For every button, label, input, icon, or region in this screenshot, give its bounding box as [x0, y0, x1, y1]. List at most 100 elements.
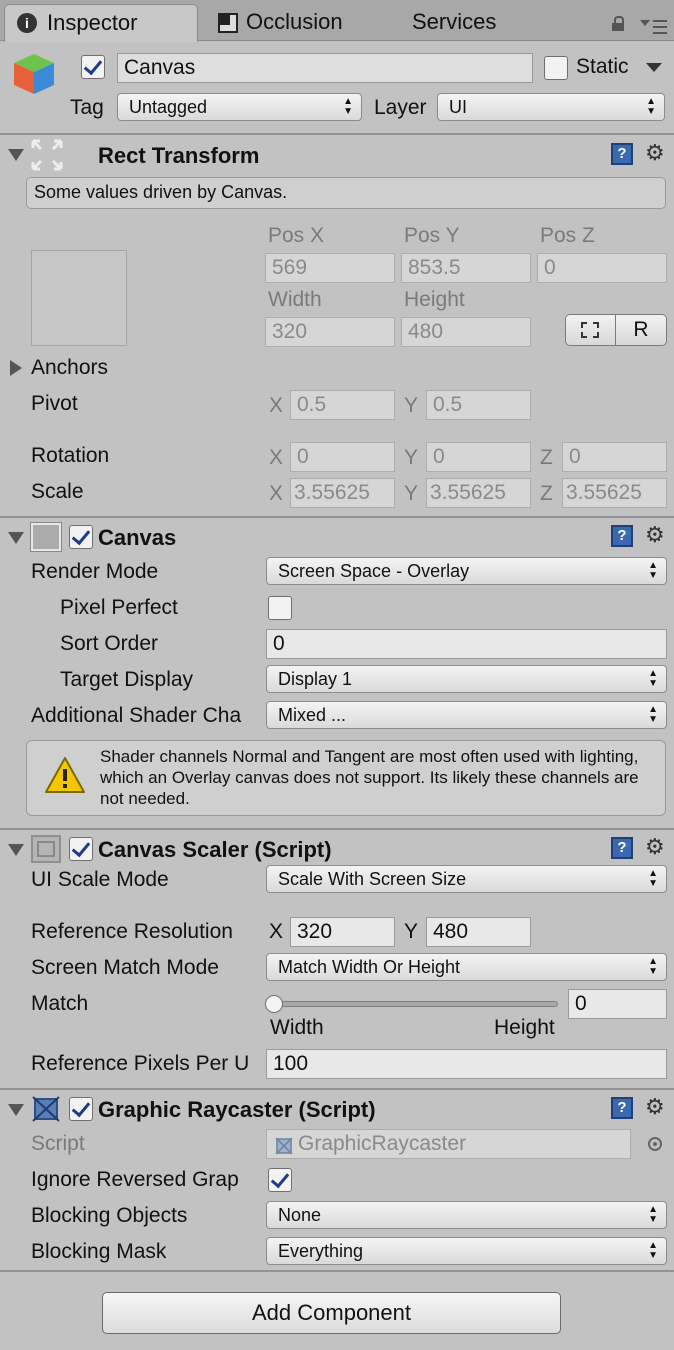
- pixel-perfect-checkbox[interactable]: [268, 596, 292, 620]
- pos-y-field[interactable]: 853.5: [401, 253, 531, 283]
- scale-y-field[interactable]: 3.55625: [426, 478, 531, 508]
- graphic-raycaster-title: Graphic Raycaster (Script): [98, 1097, 376, 1122]
- sort-order-field[interactable]: 0: [266, 629, 667, 659]
- dropdown-arrows-icon: ▲ ▼: [648, 704, 658, 725]
- shader-warning-text: Shader channels Normal and Tangent are m…: [100, 747, 639, 808]
- reference-ppu-field[interactable]: 100: [266, 1049, 667, 1079]
- pivot-x-field[interactable]: 0.5: [290, 390, 395, 420]
- pos-z-field[interactable]: 0: [537, 253, 667, 283]
- graphic-raycaster-foldout-icon[interactable]: [8, 1104, 24, 1116]
- tab-occlusion-label: Occlusion: [246, 9, 343, 34]
- tag-dropdown[interactable]: Untagged ▲ ▼: [117, 93, 362, 121]
- reference-x-field[interactable]: 320: [290, 917, 395, 947]
- driven-note-text: Some values driven by Canvas.: [34, 182, 288, 202]
- pos-x-field[interactable]: 569: [265, 253, 395, 283]
- gear-icon[interactable]: ⚙: [645, 142, 665, 164]
- match-width-label: Width: [270, 1016, 324, 1039]
- match-slider-track[interactable]: [274, 1001, 558, 1007]
- gear-icon[interactable]: ⚙: [645, 836, 665, 858]
- match-height-label: Height: [494, 1016, 555, 1039]
- scale-x-field[interactable]: 3.55625: [290, 478, 395, 508]
- pivot-y-field[interactable]: 0.5: [426, 390, 531, 420]
- rotation-x-field[interactable]: 0: [290, 442, 395, 472]
- blocking-mask-dropdown[interactable]: Everything ▲ ▼: [266, 1237, 667, 1265]
- dropdown-arrows-icon: ▲ ▼: [648, 560, 658, 581]
- blocking-objects-label: Blocking Objects: [31, 1204, 188, 1227]
- object-picker-icon[interactable]: [648, 1137, 662, 1151]
- dropdown-arrows-icon: ▲ ▼: [646, 96, 656, 117]
- match-value-field[interactable]: 0: [568, 989, 667, 1019]
- separator: [0, 1088, 674, 1090]
- width-field[interactable]: 320: [265, 317, 395, 347]
- separator: [0, 516, 674, 518]
- pos-z-label: Pos Z: [540, 224, 595, 247]
- tab-services[interactable]: Services: [395, 4, 525, 38]
- gear-icon[interactable]: ⚙: [645, 1096, 665, 1118]
- anchors-label[interactable]: Anchors: [31, 356, 108, 380]
- layer-dropdown[interactable]: UI ▲ ▼: [437, 93, 665, 121]
- match-slider-thumb[interactable]: [265, 995, 283, 1013]
- raw-edit-button[interactable]: R: [615, 314, 667, 346]
- reference-ppu-label: Reference Pixels Per U: [31, 1052, 250, 1075]
- rotation-z-axis: Z: [540, 446, 553, 469]
- tab-inspector[interactable]: i Inspector: [4, 4, 198, 42]
- shader-channels-value: Mixed ...: [278, 705, 347, 725]
- reference-x-axis: X: [269, 920, 284, 943]
- ui-scale-mode-label: UI Scale Mode: [31, 868, 169, 891]
- match-label: Match: [31, 992, 89, 1015]
- ignore-reversed-checkbox[interactable]: [268, 1168, 292, 1192]
- help-icon[interactable]: ?: [611, 143, 633, 165]
- help-icon[interactable]: ?: [611, 525, 633, 547]
- shader-channels-dropdown[interactable]: Mixed ... ▲ ▼: [266, 701, 667, 729]
- target-display-dropdown[interactable]: Display 1 ▲ ▼: [266, 665, 667, 693]
- layer-label: Layer: [374, 96, 427, 119]
- static-checkbox[interactable]: [544, 56, 568, 80]
- target-display-label: Target Display: [60, 668, 194, 691]
- anchors-foldout-icon[interactable]: [10, 360, 22, 376]
- scale-x-axis: X: [269, 482, 284, 505]
- occlusion-icon: [218, 13, 238, 33]
- rect-transform-title: Rect Transform: [98, 143, 260, 168]
- rotation-z-field[interactable]: 0: [562, 442, 667, 472]
- rect-transform-foldout-icon[interactable]: [8, 149, 24, 161]
- scale-y-axis: Y: [404, 482, 419, 505]
- canvas-enabled-checkbox[interactable]: [69, 525, 93, 549]
- anchor-preset-box: [31, 250, 127, 346]
- script-file-icon: [275, 1135, 293, 1155]
- dropdown-arrows-icon: ▲ ▼: [648, 868, 658, 889]
- object-name-input[interactable]: Canvas: [117, 53, 533, 83]
- help-icon[interactable]: ?: [611, 837, 633, 859]
- target-display-value: Display 1: [278, 669, 353, 689]
- info-icon: i: [17, 13, 37, 33]
- help-icon[interactable]: ?: [611, 1097, 633, 1119]
- scale-z-axis: Z: [540, 482, 553, 505]
- add-component-button[interactable]: Add Component: [102, 1292, 561, 1334]
- menu-icon[interactable]: [640, 18, 668, 36]
- lock-icon[interactable]: [612, 16, 624, 31]
- static-dropdown-icon[interactable]: [646, 63, 662, 72]
- canvas-scaler-enabled-checkbox[interactable]: [69, 837, 93, 861]
- tab-services-label: Services: [412, 9, 497, 34]
- gear-icon[interactable]: ⚙: [645, 524, 665, 546]
- screen-match-mode-dropdown[interactable]: Match Width Or Height ▲ ▼: [266, 953, 667, 981]
- scale-z-field[interactable]: 3.55625: [562, 478, 667, 508]
- canvas-scaler-foldout-icon[interactable]: [8, 844, 24, 856]
- canvas-foldout-icon[interactable]: [8, 532, 24, 544]
- shader-warning-box: Shader channels Normal and Tangent are m…: [26, 740, 666, 816]
- script-field[interactable]: GraphicRaycaster: [266, 1129, 631, 1159]
- tab-occlusion[interactable]: Occlusion: [200, 4, 390, 38]
- active-checkbox[interactable]: [81, 55, 105, 79]
- ui-scale-mode-value: Scale With Screen Size: [278, 869, 467, 889]
- reference-y-field[interactable]: 480: [426, 917, 531, 947]
- pos-x-label: Pos X: [268, 224, 325, 247]
- blocking-objects-dropdown[interactable]: None ▲ ▼: [266, 1201, 667, 1229]
- graphic-raycaster-enabled-checkbox[interactable]: [69, 1097, 93, 1121]
- render-mode-dropdown[interactable]: Screen Space - Overlay ▲ ▼: [266, 557, 667, 585]
- canvas-scaler-title: Canvas Scaler (Script): [98, 837, 332, 862]
- blocking-mask-value: Everything: [278, 1241, 364, 1261]
- height-field[interactable]: 480: [401, 317, 531, 347]
- ui-scale-mode-dropdown[interactable]: Scale With Screen Size ▲ ▼: [266, 865, 667, 893]
- rotation-y-field[interactable]: 0: [426, 442, 531, 472]
- blueprint-mode-button[interactable]: [565, 314, 616, 346]
- rotation-label: Rotation: [31, 444, 110, 467]
